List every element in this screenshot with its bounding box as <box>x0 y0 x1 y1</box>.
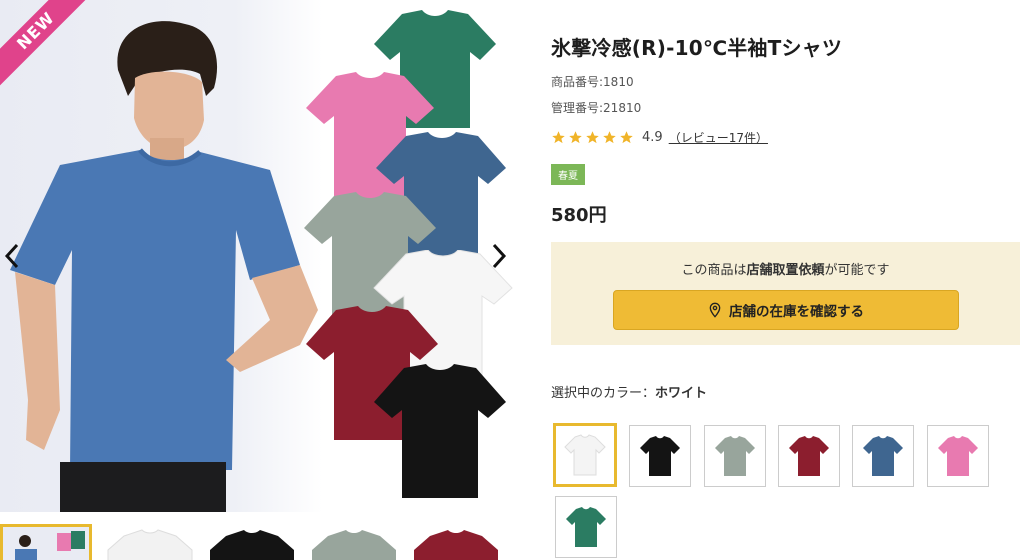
rating-row: 4.9 （レビュー17件） <box>551 129 1021 146</box>
swatch-gray[interactable] <box>704 425 766 487</box>
new-badge-label: NEW <box>0 0 90 90</box>
selected-color-value: ホワイト <box>655 386 708 401</box>
thumbnail-strip[interactable] <box>0 524 520 560</box>
swatch-pink[interactable] <box>927 425 989 487</box>
product-image-gallery[interactable]: NEW <box>0 0 520 512</box>
product-info-panel: 氷撃冷感(R)-10℃半袖Tシャツ 商品番号:1810 管理番号:21810 4… <box>551 32 1021 401</box>
check-store-stock-label: 店舗の在庫を確認する <box>729 304 864 320</box>
selected-color-label: 選択中のカラー： <box>551 386 656 401</box>
gallery-next-arrow[interactable] <box>485 238 513 274</box>
swatch-black[interactable] <box>629 425 691 487</box>
store-pickup-text: この商品は店舗取置依頼が可能です <box>681 263 890 278</box>
item-number: 商品番号:1810 <box>551 75 634 89</box>
star-icon <box>603 131 616 144</box>
swatch-wine[interactable] <box>778 425 840 487</box>
thumbnail-gray-image <box>312 530 396 560</box>
swatch-green-shirt <box>566 507 606 547</box>
swatch-pink-shirt <box>938 436 978 476</box>
rating-stars <box>551 130 634 145</box>
thumbnail-main-image <box>3 527 89 560</box>
store-pickup-box: この商品は店舗取置依頼が可能です 店舗の在庫を確認する <box>551 242 1020 345</box>
new-badge: NEW <box>0 0 90 90</box>
thumbnail-gray[interactable] <box>308 524 400 560</box>
swatch-white[interactable] <box>553 423 617 487</box>
selected-color-row: 選択中のカラー：ホワイト <box>551 382 1021 401</box>
thumbnail-wine[interactable] <box>410 524 502 560</box>
shirt-black-image <box>374 364 506 498</box>
management-number: 管理番号:21810 <box>551 101 642 115</box>
thumbnail-white-image <box>107 529 193 560</box>
thumbnail-main[interactable] <box>0 524 92 560</box>
rating-value: 4.9 <box>642 130 663 145</box>
chevron-right-icon <box>492 243 507 269</box>
thumbnail-wine-image <box>414 530 498 560</box>
season-tag: 春夏 <box>551 164 585 185</box>
star-icon <box>552 131 565 144</box>
map-pin-icon <box>709 302 721 318</box>
star-icon <box>620 131 633 144</box>
thumbnail-white[interactable] <box>104 524 196 560</box>
review-count-link[interactable]: （レビュー17件） <box>669 129 768 146</box>
swatch-white-shirt <box>564 434 606 476</box>
swatch-navy-blue-shirt <box>863 436 903 476</box>
swatch-navy-blue[interactable] <box>852 425 914 487</box>
star-icon <box>569 131 582 144</box>
star-icon <box>586 131 599 144</box>
chevron-left-icon <box>4 243 19 269</box>
swatch-green[interactable] <box>555 496 617 558</box>
thumbnail-black-image <box>210 530 294 560</box>
product-title: 氷撃冷感(R)-10℃半袖Tシャツ <box>551 36 843 60</box>
price: 580円 <box>551 205 607 226</box>
swatch-black-shirt <box>640 436 680 476</box>
swatch-wine-shirt <box>789 436 829 476</box>
swatch-gray-shirt <box>715 436 755 476</box>
thumbnail-black[interactable] <box>206 524 298 560</box>
check-store-stock-button[interactable]: 店舗の在庫を確認する <box>612 290 959 330</box>
gallery-prev-arrow[interactable] <box>0 238 26 274</box>
